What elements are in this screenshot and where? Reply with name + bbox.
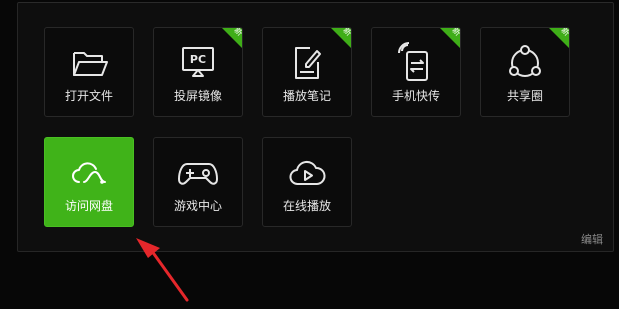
tile-label: 播放笔记 (282, 89, 331, 103)
tile-phone-transfer[interactable]: 新 手机快传 (371, 27, 461, 117)
tile-screen-mirror[interactable]: PC 新 投屏镜像 (153, 27, 243, 117)
tile-label: 访问网盘 (64, 199, 113, 213)
tile-label: 手机快传 (391, 89, 440, 103)
pc-icon-text: PC (190, 53, 206, 66)
new-badge: 新 (431, 28, 460, 57)
feature-panel: 打开文件 PC 新 投屏镜像 新 播放笔记 新 手机快传 新 共享圈 访问网盘 … (17, 2, 614, 252)
tile-label: 游戏中心 (173, 199, 222, 213)
tile-label: 在线播放 (282, 199, 331, 213)
tile-open-file[interactable]: 打开文件 (44, 27, 134, 117)
edit-button[interactable]: 编辑 (581, 231, 603, 247)
folder-icon (68, 42, 110, 84)
tile-play-notes[interactable]: 新 播放笔记 (262, 27, 352, 117)
gamepad-icon (177, 152, 219, 194)
tile-label: 投屏镜像 (173, 89, 222, 103)
tile-game-center[interactable]: 游戏中心 (153, 137, 243, 227)
new-badge: 新 (322, 28, 351, 57)
tile-share-circle[interactable]: 新 共享圈 (480, 27, 570, 117)
cloud-play-icon (286, 152, 328, 194)
cloud-drive-icon (68, 152, 110, 194)
new-badge: 新 (540, 28, 569, 57)
tile-cloud-drive[interactable]: 访问网盘 (44, 137, 134, 227)
new-badge: 新 (213, 28, 242, 57)
tile-label: 共享圈 (506, 89, 543, 103)
tile-label: 打开文件 (64, 89, 113, 103)
tile-online-play[interactable]: 在线播放 (262, 137, 352, 227)
